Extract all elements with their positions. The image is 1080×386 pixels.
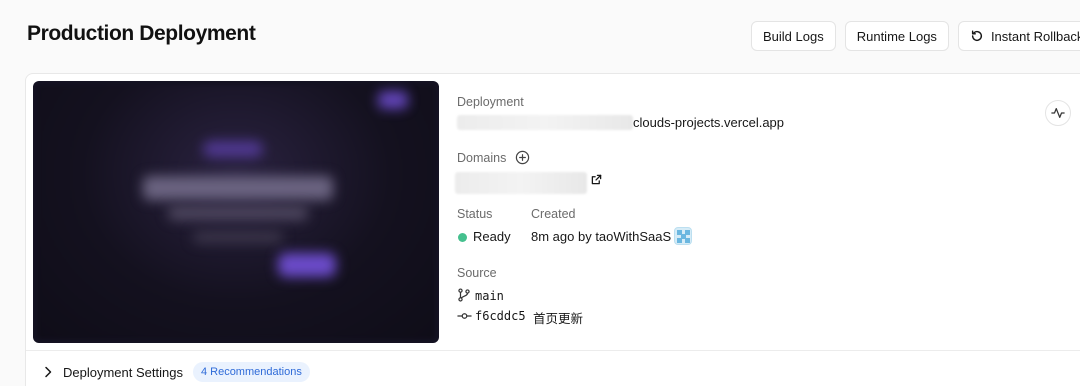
external-link-icon[interactable] [591,174,602,185]
commit-hash-link[interactable]: f6cddc5 [475,309,526,323]
header-actions: Build Logs Runtime Logs Instant Rollback [751,21,1080,51]
git-commit-icon [457,309,472,323]
redacted-domain [455,172,587,194]
created-value: 8m ago by taoWithSaaS [531,229,672,244]
deployment-preview-image[interactable] [33,81,439,343]
page-title: Production Deployment [27,22,256,45]
deployment-label: Deployment [457,95,524,109]
recommendations-badge[interactable]: 4 Recommendations [192,362,310,382]
git-branch-icon [457,288,471,302]
branch-link[interactable]: main [475,289,504,303]
commit-message: 首页更新 [533,311,584,326]
rollback-icon [970,29,984,43]
runtime-logs-button[interactable]: Runtime Logs [844,21,949,51]
status-value: Ready [473,229,511,244]
instant-rollback-button[interactable]: Instant Rollback [957,21,1080,51]
avatar[interactable] [674,227,692,245]
source-label: Source [457,266,497,280]
instant-rollback-label: Instant Rollback [990,28,1080,44]
deployment-card: Deployment clouds-projects.vercel.app Do… [25,73,1080,386]
deployment-url-link[interactable]: clouds-projects.vercel.app [633,115,784,130]
divider [26,350,1080,351]
build-logs-button[interactable]: Build Logs [751,21,836,51]
domains-label: Domains [457,151,507,165]
activity-icon [1051,106,1065,120]
deployment-settings-toggle[interactable]: Deployment Settings 4 Recommendations [43,362,310,382]
status-label: Status [457,207,493,221]
chevron-right-icon [43,366,53,378]
created-label: Created [531,207,576,221]
add-domain-icon[interactable] [515,150,530,165]
redacted-url-prefix [457,115,633,130]
activity-button[interactable] [1045,100,1071,126]
status-dot [458,233,467,242]
deployment-settings-title: Deployment Settings [63,364,183,380]
